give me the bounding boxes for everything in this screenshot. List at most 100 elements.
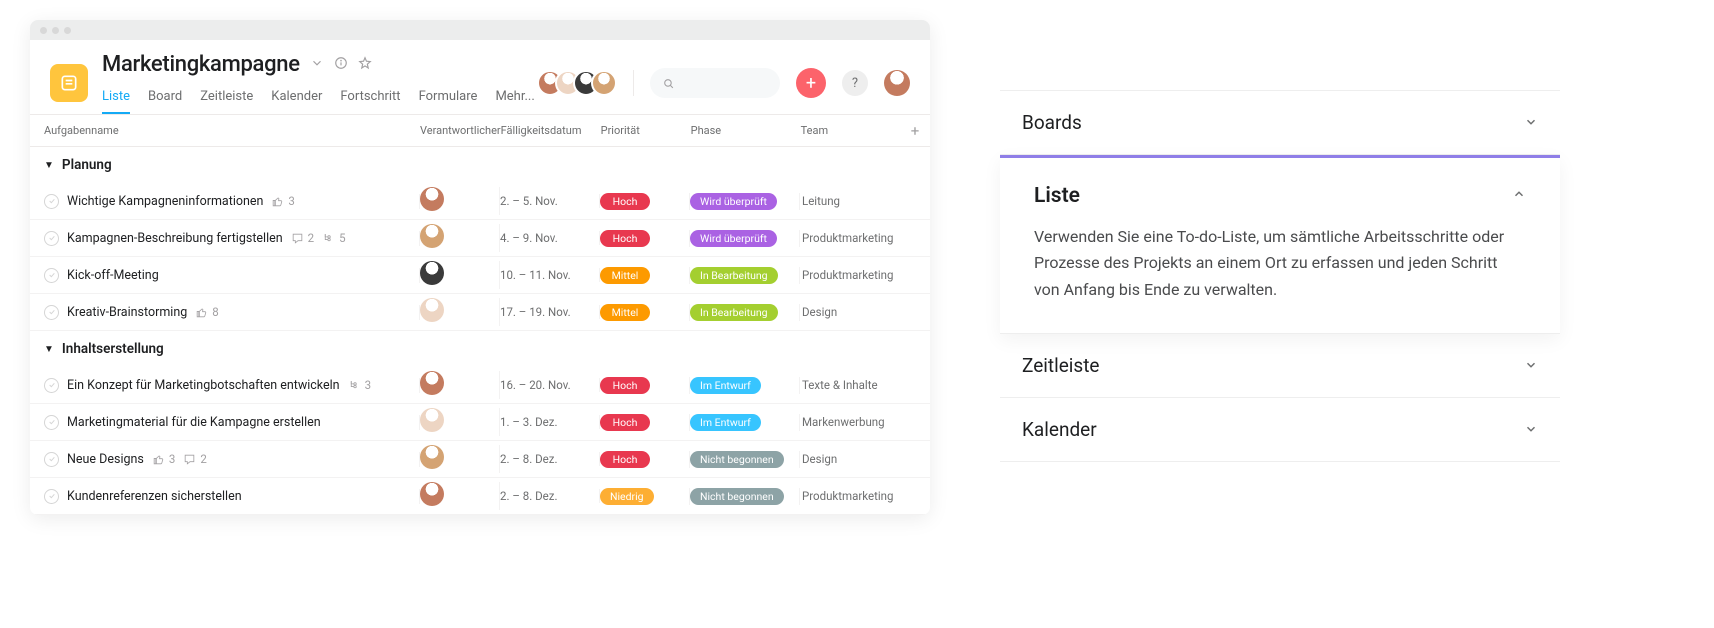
due-date[interactable]: 1. – 3. Dez. (500, 415, 600, 429)
col-due[interactable]: Fälligkeitsdatum (501, 124, 601, 137)
col-team[interactable]: Team (801, 124, 900, 137)
avatar[interactable] (420, 298, 444, 322)
table-row[interactable]: Kick-off-Meeting10. – 11. Nov.MittelIn B… (30, 257, 930, 294)
phase-pill[interactable]: Im Entwurf (690, 414, 761, 431)
star-icon[interactable] (358, 56, 372, 74)
avatar[interactable] (884, 70, 910, 96)
tab-formulare[interactable]: Formulare (419, 83, 478, 114)
divider (633, 70, 634, 96)
section-header[interactable]: ▼Planung (30, 147, 930, 183)
tab-zeitleiste[interactable]: Zeitleiste (200, 83, 253, 114)
col-prio[interactable]: Priorität (601, 124, 691, 137)
table-row[interactable]: Ein Konzept für Marketingbotschaften ent… (30, 367, 930, 404)
complete-checkbox[interactable] (44, 268, 59, 283)
avatar[interactable] (420, 371, 444, 395)
team-cell[interactable]: Leitung (800, 194, 930, 208)
team-cell[interactable]: Design (800, 452, 930, 466)
avatar[interactable] (420, 224, 444, 248)
due-date[interactable]: 2. – 8. Dez. (500, 452, 600, 466)
disclosure-triangle-icon[interactable]: ▼ (44, 344, 54, 355)
phase-pill[interactable]: In Bearbeitung (690, 267, 778, 284)
accordion-item[interactable]: Boards (1000, 90, 1560, 155)
priority-pill[interactable]: Mittel (600, 304, 650, 321)
disclosure-triangle-icon[interactable]: ▼ (44, 160, 54, 171)
table-row[interactable]: Kampagnen-Beschreibung fertigstellen254.… (30, 220, 930, 257)
table-row[interactable]: Wichtige Kampagneninformationen32. – 5. … (30, 183, 930, 220)
avatar[interactable] (420, 408, 444, 432)
avatar[interactable] (420, 187, 444, 211)
search-input[interactable] (650, 68, 780, 98)
info-icon[interactable] (334, 56, 348, 74)
complete-checkbox[interactable] (44, 378, 59, 393)
table-row[interactable]: Marketingmaterial für die Kampagne erste… (30, 404, 930, 441)
col-owner[interactable]: Verantwortlicher (420, 124, 501, 137)
avatar[interactable] (591, 70, 617, 96)
accordion-item[interactable]: Zeitleiste (1000, 334, 1560, 398)
team-cell[interactable]: Produktmarketing (800, 268, 930, 282)
complete-checkbox[interactable] (44, 415, 59, 430)
complete-checkbox[interactable] (44, 305, 59, 320)
complete-checkbox[interactable] (44, 489, 59, 504)
window-dot (40, 27, 47, 34)
complete-checkbox[interactable] (44, 452, 59, 467)
priority-pill[interactable]: Niedrig (600, 488, 654, 505)
section-header[interactable]: ▼ Inhaltserstellung (30, 331, 930, 367)
table-row[interactable]: Kreativ-Brainstorming817. – 19. Nov.Mitt… (30, 294, 930, 331)
subtasks-count[interactable]: 5 (322, 231, 345, 245)
col-phase[interactable]: Phase (691, 124, 801, 137)
project-menu-chevron-icon[interactable] (310, 56, 324, 74)
tab-mehr[interactable]: Mehr... (495, 83, 534, 114)
add-button[interactable]: + (796, 68, 826, 98)
tab-kalender[interactable]: Kalender (271, 83, 322, 114)
tab-board[interactable]: Board (148, 83, 182, 114)
due-date[interactable]: 17. – 19. Nov. (500, 305, 600, 319)
accordion-item-open: ListeVerwenden Sie eine To-do-Liste, um … (1000, 155, 1560, 334)
phase-pill[interactable]: Nicht begonnen (690, 451, 784, 468)
team-cell[interactable]: Design (800, 305, 930, 319)
avatar[interactable] (420, 482, 444, 506)
priority-pill[interactable]: Mittel (600, 267, 650, 284)
chevron-up-icon[interactable] (1512, 187, 1526, 205)
phase-pill[interactable]: Nicht begonnen (690, 488, 784, 505)
phase-pill[interactable]: In Bearbeitung (690, 304, 778, 321)
team-cell[interactable]: Produktmarketing (800, 231, 930, 245)
avatar[interactable] (420, 261, 444, 285)
window-dot (52, 27, 59, 34)
tab-fortschritt[interactable]: Fortschritt (340, 83, 400, 114)
col-name[interactable]: Aufgabenname (30, 124, 420, 137)
likes-count[interactable]: 3 (152, 452, 175, 466)
team-cell[interactable]: Produktmarketing (800, 489, 930, 503)
accordion-title: Liste (1034, 184, 1080, 208)
due-date[interactable]: 2. – 8. Dez. (500, 489, 600, 503)
priority-pill[interactable]: Hoch (600, 193, 650, 210)
phase-pill[interactable]: Im Entwurf (690, 377, 761, 394)
col-add[interactable]: + (900, 122, 930, 140)
priority-pill[interactable]: Hoch (600, 230, 650, 247)
priority-pill[interactable]: Hoch (600, 414, 650, 431)
subtasks-count[interactable]: 3 (348, 378, 371, 392)
team-cell[interactable]: Markenwerbung (800, 415, 930, 429)
avatar[interactable] (420, 445, 444, 469)
help-button[interactable]: ? (842, 70, 868, 96)
due-date[interactable]: 2. – 5. Nov. (500, 194, 600, 208)
comments-count[interactable]: 2 (291, 231, 314, 245)
due-date[interactable]: 4. – 9. Nov. (500, 231, 600, 245)
complete-checkbox[interactable] (44, 231, 59, 246)
priority-pill[interactable]: Hoch (600, 451, 650, 468)
member-avatars[interactable] (545, 70, 617, 96)
comments-count[interactable]: 2 (183, 452, 206, 466)
phase-pill[interactable]: Wird überprüft (690, 193, 777, 210)
phase-pill[interactable]: Wird überprüft (690, 230, 777, 247)
table-row[interactable]: Kundenreferenzen sicherstellen2. – 8. De… (30, 478, 930, 515)
priority-pill[interactable]: Hoch (600, 377, 650, 394)
complete-checkbox[interactable] (44, 194, 59, 209)
due-date[interactable]: 16. – 20. Nov. (500, 378, 600, 392)
due-date[interactable]: 10. – 11. Nov. (500, 268, 600, 282)
likes-count[interactable]: 3 (271, 194, 294, 208)
team-cell[interactable]: Texte & Inhalte (800, 378, 930, 392)
accordion-item[interactable]: Kalender (1000, 398, 1560, 462)
tab-liste[interactable]: Liste (102, 83, 130, 114)
table-row[interactable]: Neue Designs322. – 8. Dez.HochNicht bego… (30, 441, 930, 478)
likes-count[interactable]: 8 (195, 305, 218, 319)
section-title: Inhaltserstellung (62, 341, 164, 357)
